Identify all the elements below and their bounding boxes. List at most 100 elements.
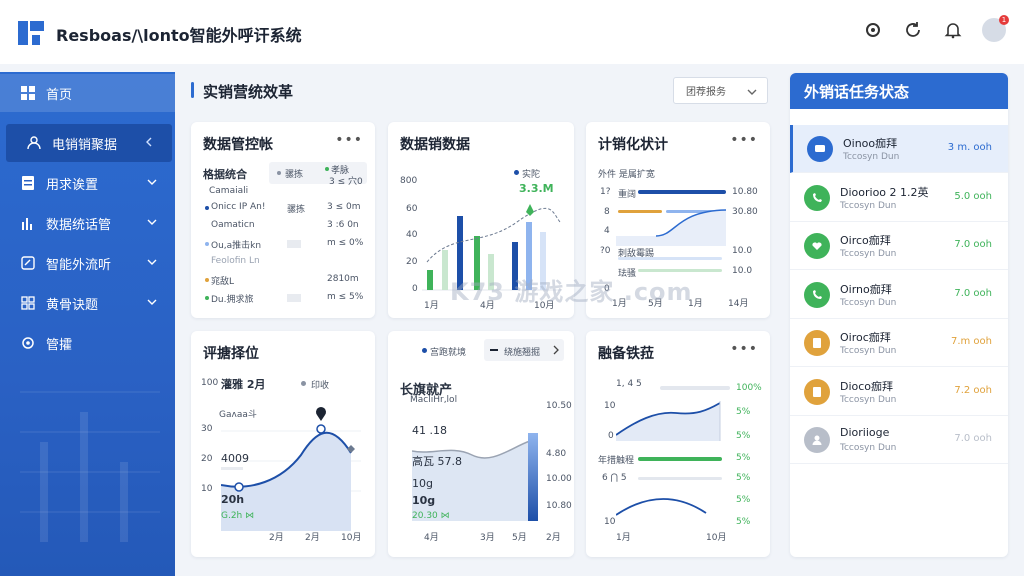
sidebar-item-settings[interactable]: 用求诶置 [0,164,175,202]
sidebar-item-label: 管攉 [46,337,73,353]
value-bar [287,240,301,248]
more-icon[interactable]: ••• [730,341,758,357]
edit-icon [20,255,36,271]
task-row[interactable]: Oiroc痂拜 Tccosyn Dun 7.m ooh [790,319,1008,367]
legend-box: 骡拣 孝脉 3 ≤ 穴0 [269,162,367,187]
x-tick: 4月 [424,533,439,543]
list-item: Camaiali [209,186,249,196]
x-tick: 2月 [269,533,284,543]
list-item: 3 :6 0n [327,220,359,230]
list-item: 窕敌L [211,277,235,287]
bell-icon[interactable] [942,19,964,41]
pct-label: 5% [736,431,751,441]
area-chart-top [616,401,721,441]
sidebar-item-home[interactable]: 首页 [0,74,175,112]
list-item: m ≤ 0% [327,238,364,248]
card-subhead: 外件 是属扩宽 [598,170,655,180]
task-name: Oinoo痂拜 [843,137,898,150]
row-value: 10.0 [732,266,753,276]
card-production: 宫跑就境 绕施翘掘 长旗就产 MacliHr,lol 41 .18 高瓦 57.… [388,331,574,557]
bar [528,433,538,521]
list-item: Feolofin Ln [211,256,260,266]
list-item: 2810m [327,274,359,284]
settings-icon[interactable] [862,19,884,41]
x-tick: 2月 [305,533,320,543]
sidebar-item-stats[interactable]: 数据统话管 [0,204,175,242]
list-dot [205,296,209,300]
sidebar-item-label: 黄骨诀题 [46,297,99,313]
more-icon[interactable]: ••• [335,132,363,148]
top-icons: 1 [862,15,1009,42]
panel-title: 外销话任务状态 [790,73,1008,109]
area-chart [412,433,538,521]
sidebar-item-sales[interactable]: 电销销聚据 [6,124,172,162]
sidebar-item-label: 首页 [46,87,73,103]
task-sub: Tccosyn Dun [840,394,897,405]
y-tick: 0 [412,284,418,294]
y-tick: 100 [201,378,219,388]
marker-icon [316,407,326,421]
task-row[interactable]: Oirco痂拜 Tccosyn Dun 7.0 ooh [790,222,1008,270]
watermark: K73 游戏之家 .com [450,272,693,307]
list-item: 骡拣 [287,205,306,215]
card-subhead: 格据统合 [203,168,247,181]
row-value: 10.80 [732,187,758,197]
legend-dot [514,170,519,175]
task-row[interactable]: Dioriioge Tccosyn Dun 7.0 ooh [790,416,1008,464]
x-tick: 3月 [480,533,495,543]
app-title: Resboas/\lonto智能外呼讦系统 [56,26,302,45]
y-tick: 60 [406,204,418,214]
sidebar-item-manage[interactable]: 管攉 [0,324,175,362]
user-icon [26,135,42,151]
chevron-left-icon [146,137,152,147]
sidebar-item-outbound[interactable]: 智能外流听 [0,244,175,282]
avatar[interactable]: 1 [982,15,1009,42]
card-data-control: 数据管控帐 ••• 格据统合 骡拣 孝脉 3 ≤ 穴0 Camaiali Oni… [191,122,375,318]
task-sub: Tccosyn Dun [840,346,897,356]
phone-icon [804,281,830,308]
y-tick: 800 [400,176,418,186]
progress-bar [638,190,726,194]
chevron-down-icon [147,179,157,185]
task-row[interactable]: Dioco痂拜 Tccosyn Dun 7.2 ooh [790,368,1008,416]
list-dot [205,278,209,282]
app-logo [18,21,44,45]
legend-toggle[interactable]: 绕施翘掘 [484,339,564,361]
task-row[interactable]: Oirno痂拜 Tccosyn Dun 7.0 ooh [790,271,1008,319]
sidebar-item-topics[interactable]: 黄骨诀题 [0,284,175,322]
card-title: 融备铁菈 [598,346,654,362]
value-label: G.2h ⋈ [221,511,255,521]
task-name: Oirno痂拜 [840,282,892,296]
list-dot [205,206,209,210]
list-item: m ≤ 5% [327,292,364,302]
chevron-down-icon [147,299,157,305]
task-name: Oirco痂拜 [840,234,891,247]
doc-icon [804,330,830,356]
section-title: 实销营统效革 [203,83,294,101]
y-tick: 10 [201,484,213,494]
document-icon [20,175,36,191]
y-tick: 4 [604,226,610,236]
task-time: 3 m. ooh [947,142,992,153]
top-bar: Resboas/\lonto智能外呼讦系统 1 [0,0,1024,64]
card-title: 数据销数据 [400,137,470,153]
chart-line: 20.30 ⋈ [412,511,450,521]
data-point [316,424,326,434]
task-time: 7.2 ooh [954,384,992,396]
task-row[interactable]: Dioorioo 2 1.2英 Tccosyn Dun 5.0 ooh [790,174,1008,222]
refresh-icon[interactable] [902,19,924,41]
task-name: Oiroc痂拜 [840,331,891,344]
chart-line: 高瓦 57.8 [412,455,462,468]
card-reserve: 融备铁菈 ••• 1, 4 5 100% 10 5% 5% 0 年措触程 5% … [586,331,770,557]
legend-label: 宫跑就境 [430,348,467,358]
phone-icon [804,184,830,211]
task-row[interactable]: Oinoo痂拜 Tccosyn Dun 3 m. ooh [790,125,1008,173]
task-time: 7.0 ooh [954,239,992,250]
section-dropdown[interactable]: 团荐报务 [673,77,768,104]
notification-badge: 1 [999,15,1009,25]
section-accent [191,82,194,98]
pct-label: 5% [736,453,751,463]
more-icon[interactable]: ••• [730,132,758,148]
y-tick: 4.80 [546,449,567,459]
chart-line: 10g [412,477,433,490]
